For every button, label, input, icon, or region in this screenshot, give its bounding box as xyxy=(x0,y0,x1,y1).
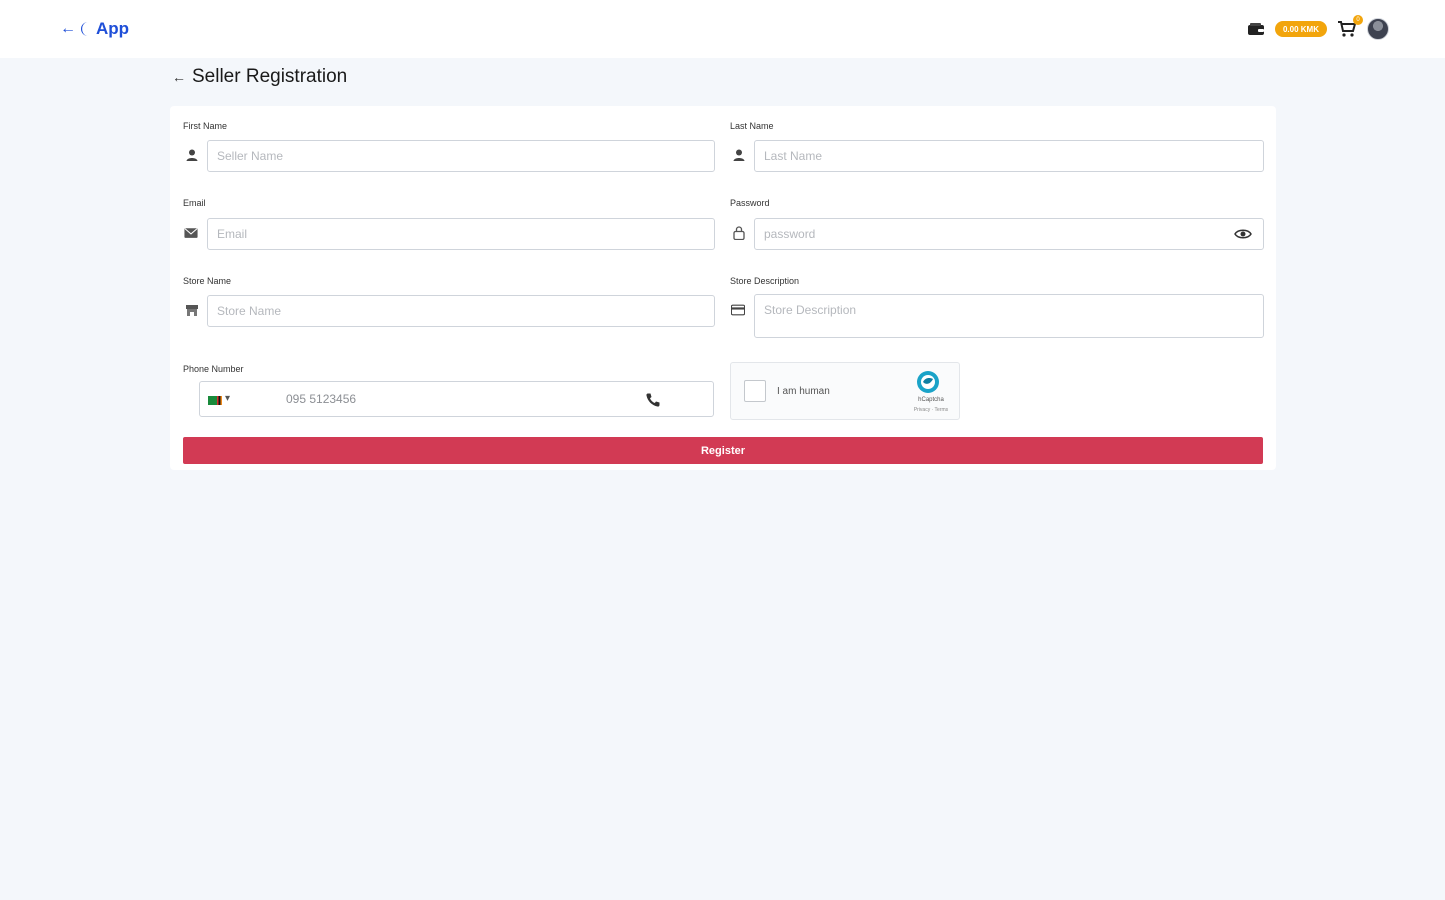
show-password-eye-icon[interactable] xyxy=(1234,227,1252,241)
wallet-icon[interactable] xyxy=(1247,22,1265,36)
password-label: Password xyxy=(730,198,770,208)
cart-button[interactable]: 0 xyxy=(1337,15,1363,38)
zambia-flag-icon[interactable] xyxy=(208,396,222,405)
avatar[interactable] xyxy=(1367,18,1389,40)
captcha-label: I am human xyxy=(777,386,830,397)
page-title: Seller Registration xyxy=(192,66,348,87)
chevron-down-icon[interactable]: ▾ xyxy=(225,393,230,404)
store-description-textarea[interactable] xyxy=(754,294,1264,338)
page-heading: ← Seller Registration xyxy=(172,64,347,90)
back-arrow-icon[interactable]: ← xyxy=(172,69,186,85)
store-name-input[interactable] xyxy=(207,295,715,327)
header-actions: 0.00 KMK 0 xyxy=(1247,15,1389,42)
email-input[interactable] xyxy=(207,218,715,250)
phone-number-input[interactable]: 095 5123456 xyxy=(286,392,356,406)
captcha-checkbox[interactable] xyxy=(744,380,766,402)
first-name-label: First Name xyxy=(183,121,228,131)
phone-number-label: Phone Number xyxy=(183,364,244,374)
captcha-links[interactable]: Privacy · Terms xyxy=(907,407,955,413)
last-name-label: Last Name xyxy=(730,121,774,131)
last-name-input[interactable] xyxy=(754,140,1264,172)
first-name-input[interactable] xyxy=(207,140,715,172)
balance-badge[interactable]: 0.00 KMK xyxy=(1274,21,1327,37)
moon-logo-icon xyxy=(81,22,88,36)
hcaptcha-logo-icon xyxy=(917,371,939,393)
password-input[interactable] xyxy=(754,218,1264,250)
app-name: App xyxy=(96,19,130,38)
register-button[interactable]: Register xyxy=(183,437,1263,464)
phone-icon xyxy=(646,393,660,407)
captcha-widget: I am human hCaptcha Privacy · Terms xyxy=(730,362,960,420)
lock-icon xyxy=(733,226,745,240)
email-label: Email xyxy=(183,198,206,208)
store-description-label: Store Description xyxy=(730,276,800,286)
person-icon xyxy=(733,149,745,161)
card-icon xyxy=(731,304,745,316)
phone-number-field[interactable]: ▾ 095 5123456 xyxy=(199,381,714,417)
person-icon xyxy=(186,149,198,161)
captcha-brand: hCaptcha xyxy=(918,397,944,403)
back-arrow-icon[interactable]: ← xyxy=(60,21,76,37)
registration-form-card: First Name Last Name Email Password Stor… xyxy=(170,106,1276,470)
store-icon xyxy=(186,305,198,316)
cart-count-badge: 0 xyxy=(1353,15,1363,25)
top-navbar: ← App 0.00 KMK 0 xyxy=(0,0,1445,58)
store-name-label: Store Name xyxy=(183,276,232,286)
envelope-icon xyxy=(184,228,198,238)
app-brand-link[interactable]: ← App xyxy=(60,18,129,40)
